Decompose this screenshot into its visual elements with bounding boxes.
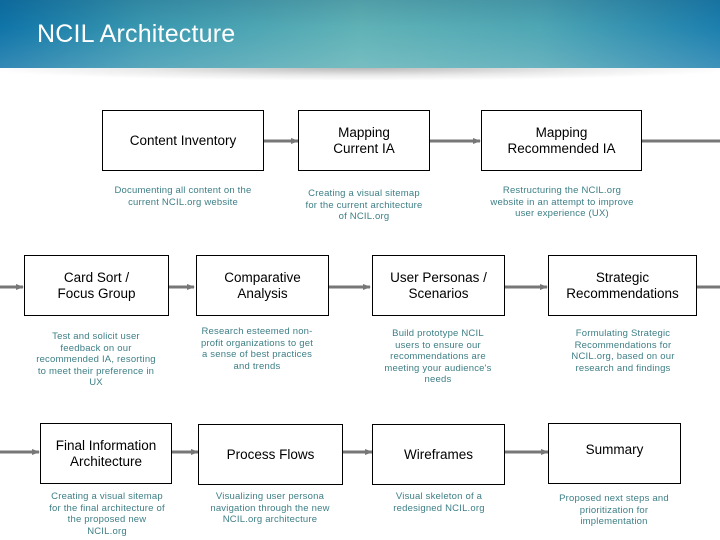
step-description-process-flows: Visualizing user persona navigation thro…	[210, 491, 330, 525]
page-title: NCIL Architecture	[37, 20, 236, 48]
step-description-comparative-analysis: Research esteemed non- profit organizati…	[200, 326, 314, 372]
step-box-mapping-recommended-ia: Mapping Recommended IA	[481, 110, 642, 171]
step-box-wireframes: Wireframes	[372, 424, 505, 485]
step-description-card-sort: Test and solicit user feedback on our re…	[36, 331, 156, 388]
step-description-final-information-architecture: Creating a visual sitemap for the final …	[49, 491, 165, 537]
step-box-process-flows: Process Flows	[198, 424, 343, 485]
step-box-strategic-recommendations: Strategic Recommendations	[548, 255, 697, 316]
step-box-content-inventory: Content Inventory	[102, 110, 264, 171]
step-description-mapping-current-ia: Creating a visual sitemap for the curren…	[305, 188, 423, 222]
step-box-comparative-analysis: Comparative Analysis	[196, 255, 329, 316]
step-box-mapping-current-ia: Mapping Current IA	[298, 110, 430, 171]
step-box-final-information-architecture: Final Information Architecture	[40, 423, 172, 484]
step-description-strategic-recommendations: Formulating Strategic Recommendations fo…	[571, 328, 675, 374]
step-description-mapping-recommended-ia: Restructuring the NCIL.org website in an…	[490, 185, 634, 219]
step-box-card-sort: Card Sort / Focus Group	[24, 255, 169, 316]
step-description-wireframes: Visual skeleton of a redesigned NCIL.org	[393, 491, 485, 514]
step-description-user-personas: Build prototype NCIL users to ensure our…	[384, 328, 492, 385]
step-description-content-inventory: Documenting all content on the current N…	[114, 185, 252, 208]
step-box-summary: Summary	[548, 423, 681, 484]
step-box-user-personas: User Personas / Scenarios	[372, 255, 505, 316]
step-description-summary: Proposed next steps and prioritization f…	[559, 493, 669, 527]
